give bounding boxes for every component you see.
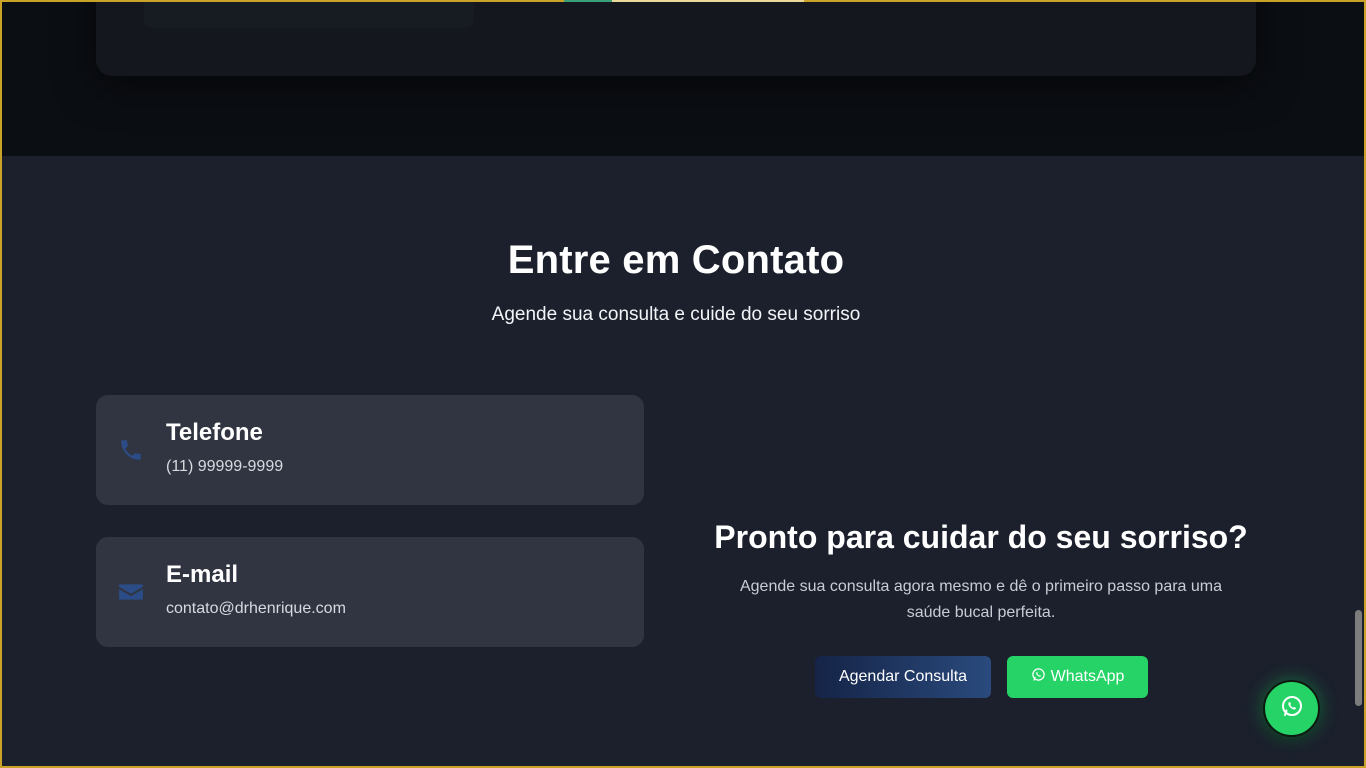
floating-whatsapp-button[interactable] <box>1263 680 1320 737</box>
contact-title: Entre em Contato <box>507 238 845 282</box>
phone-value: (11) 99999-9999 <box>166 458 284 475</box>
whatsapp-icon <box>1280 694 1304 723</box>
phone-card[interactable]: Telefone (11) 99999-9999 <box>96 395 644 505</box>
page-scrollbar[interactable] <box>1352 2 1364 766</box>
top-accent-bar <box>564 0 804 2</box>
contact-section: Entre em Contato Agende sua consulta e c… <box>0 156 1366 768</box>
whatsapp-button-label: WhatsApp <box>1050 668 1125 685</box>
phone-label: Telefone <box>166 419 263 446</box>
envelope-icon <box>118 579 144 605</box>
cta-title: Pronto para cuidar do seu sorriso? <box>714 519 1248 555</box>
scrollbar-thumb[interactable] <box>1355 610 1362 706</box>
contact-subtitle: Agende sua consulta e cuide do seu sorri… <box>491 304 861 325</box>
previous-section-card <box>96 0 1256 76</box>
previous-section-card-inner <box>144 0 474 28</box>
previous-section <box>0 0 1366 156</box>
whatsapp-button[interactable]: WhatsApp <box>1007 656 1148 698</box>
email-card[interactable]: E-mail contato@drhenrique.com <box>96 537 644 647</box>
email-value: contato@drhenrique.com <box>166 600 346 617</box>
whatsapp-icon <box>1031 667 1046 687</box>
schedule-button-label: Agendar Consulta <box>838 668 968 685</box>
schedule-button[interactable]: Agendar Consulta <box>815 656 991 698</box>
email-label: E-mail <box>166 561 239 588</box>
phone-icon <box>118 437 144 463</box>
cta-text: Agende sua consulta agora mesmo e dê o p… <box>739 578 1223 621</box>
